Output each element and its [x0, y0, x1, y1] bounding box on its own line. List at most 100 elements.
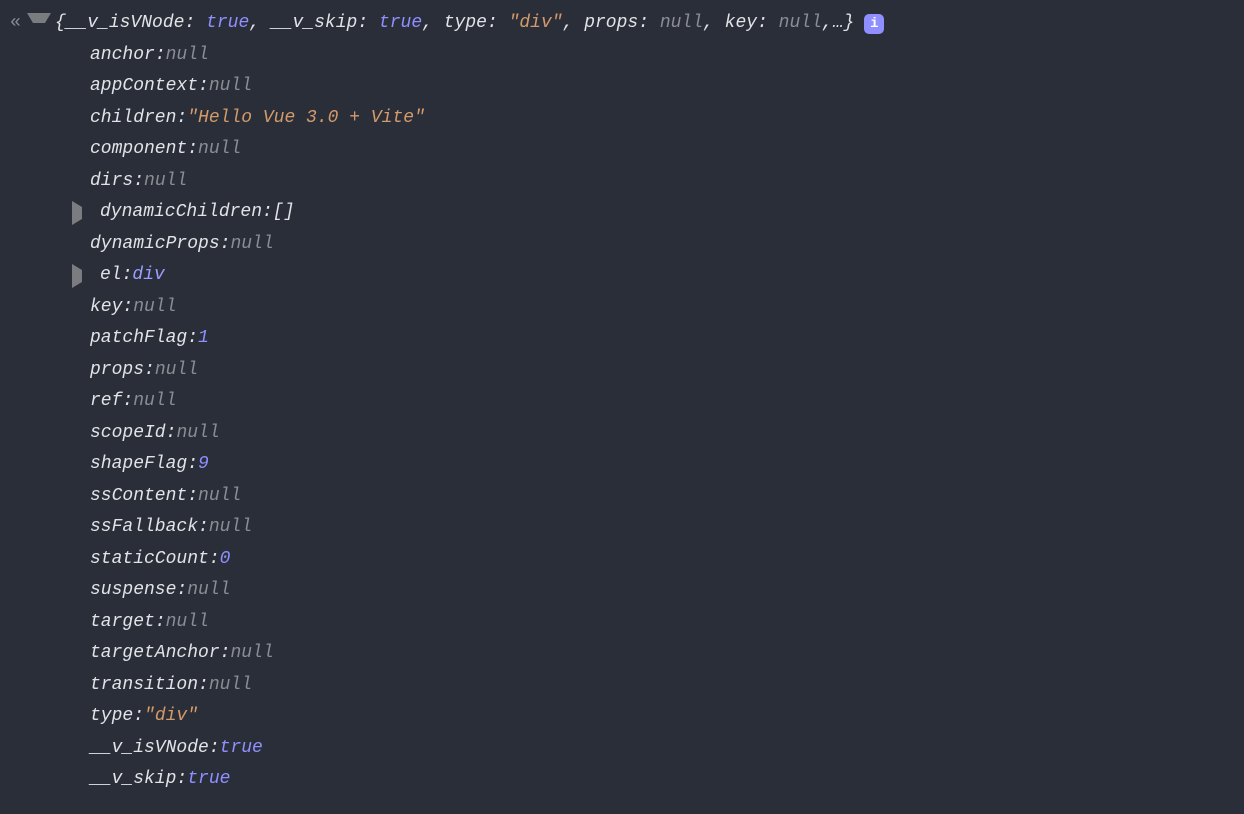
- object-summary-row[interactable]: « { __v_isVNode: true, __v_skip: true, t…: [10, 8, 1234, 40]
- comma: ,: [249, 13, 271, 33]
- property-value: null: [155, 355, 198, 387]
- object-summary-pairs: __v_isVNode: true, __v_skip: true, type:…: [66, 8, 833, 40]
- property-key: patchFlag: [90, 323, 187, 355]
- property-row: ref: null: [10, 386, 1234, 418]
- property-row: children: "Hello Vue 3.0 + Vite": [10, 103, 1234, 135]
- property-row: staticCount: 0: [10, 544, 1234, 576]
- colon: :: [176, 764, 187, 796]
- property-value: 9: [198, 449, 209, 481]
- property-row: targetAnchor: null: [10, 638, 1234, 670]
- property-value: null: [230, 229, 273, 261]
- property-row: anchor: null: [10, 40, 1234, 72]
- info-badge-icon[interactable]: i: [864, 14, 884, 34]
- property-value: null: [209, 71, 252, 103]
- colon: :: [187, 449, 198, 481]
- colon: :: [220, 638, 231, 670]
- property-value: []: [273, 197, 295, 229]
- brace-open: {: [55, 8, 66, 40]
- property-value: null: [144, 166, 187, 198]
- property-key: type: [90, 701, 133, 733]
- property-value: null: [166, 607, 209, 639]
- colon: :: [176, 575, 187, 607]
- property-key: target: [90, 607, 155, 639]
- property-value: true: [187, 764, 230, 796]
- property-key: shapeFlag: [90, 449, 187, 481]
- property-value: null: [176, 418, 219, 450]
- summary-value: true: [206, 13, 249, 33]
- property-value: null: [209, 512, 252, 544]
- colon: :: [757, 13, 779, 33]
- property-value: 0: [220, 544, 231, 576]
- colon: :: [262, 197, 273, 229]
- summary-key: __v_isVNode: [66, 13, 185, 33]
- property-row[interactable]: dynamicChildren: []: [10, 197, 1234, 229]
- property-row: shapeFlag: 9: [10, 449, 1234, 481]
- console-prompt-icon: «: [10, 8, 21, 40]
- property-value: true: [220, 733, 263, 765]
- property-row: component: null: [10, 134, 1234, 166]
- property-value: null: [230, 638, 273, 670]
- summary-value: true: [379, 13, 422, 33]
- colon: :: [198, 71, 209, 103]
- property-value: 1: [198, 323, 209, 355]
- property-row: props: null: [10, 355, 1234, 387]
- colon: :: [209, 733, 220, 765]
- property-key: dynamicChildren: [100, 197, 262, 229]
- property-key: component: [90, 134, 187, 166]
- summary-key: props: [584, 13, 638, 33]
- colon: :: [133, 701, 144, 733]
- property-value: null: [166, 40, 209, 72]
- colon: :: [155, 607, 166, 639]
- property-row: ssFallback: null: [10, 512, 1234, 544]
- property-key: __v_isVNode: [90, 733, 209, 765]
- property-row: patchFlag: 1: [10, 323, 1234, 355]
- property-row: target: null: [10, 607, 1234, 639]
- property-value: div: [132, 260, 164, 292]
- summary-key: __v_skip: [271, 13, 357, 33]
- property-row: transition: null: [10, 670, 1234, 702]
- property-key: transition: [90, 670, 198, 702]
- summary-key: type: [444, 13, 487, 33]
- colon: :: [122, 386, 133, 418]
- colon: :: [638, 13, 660, 33]
- property-row: scopeId: null: [10, 418, 1234, 450]
- property-row: dirs: null: [10, 166, 1234, 198]
- property-key: anchor: [90, 40, 155, 72]
- property-key: appContext: [90, 71, 198, 103]
- expand-toggle-icon[interactable]: [72, 264, 94, 288]
- comma: ,: [563, 13, 585, 33]
- property-value: null: [198, 481, 241, 513]
- property-value: null: [133, 292, 176, 324]
- expand-toggle-icon[interactable]: [27, 13, 51, 35]
- property-row[interactable]: el: div: [10, 260, 1234, 292]
- colon: :: [184, 13, 206, 33]
- property-row: __v_isVNode: true: [10, 733, 1234, 765]
- comma: ,: [703, 13, 725, 33]
- colon: :: [122, 292, 133, 324]
- property-row: key: null: [10, 292, 1234, 324]
- property-key: dynamicProps: [90, 229, 220, 261]
- property-key: key: [90, 292, 122, 324]
- expand-toggle-icon[interactable]: [72, 201, 94, 225]
- property-row: suspense: null: [10, 575, 1234, 607]
- summary-value: "div": [509, 13, 563, 33]
- property-value: "Hello Vue 3.0 + Vite": [187, 103, 425, 135]
- property-key: targetAnchor: [90, 638, 220, 670]
- colon: :: [357, 13, 379, 33]
- colon: :: [209, 544, 220, 576]
- property-key: ref: [90, 386, 122, 418]
- property-value: null: [198, 134, 241, 166]
- property-key: ssContent: [90, 481, 187, 513]
- property-value: null: [133, 386, 176, 418]
- colon: :: [133, 166, 144, 198]
- property-key: props: [90, 355, 144, 387]
- property-key: ssFallback: [90, 512, 198, 544]
- summary-value: null: [779, 13, 822, 33]
- property-key: scopeId: [90, 418, 166, 450]
- summary-value: null: [660, 13, 703, 33]
- colon: :: [187, 323, 198, 355]
- comma: ,: [422, 13, 444, 33]
- property-key: __v_skip: [90, 764, 176, 796]
- colon: :: [155, 40, 166, 72]
- comma: ,: [822, 13, 833, 33]
